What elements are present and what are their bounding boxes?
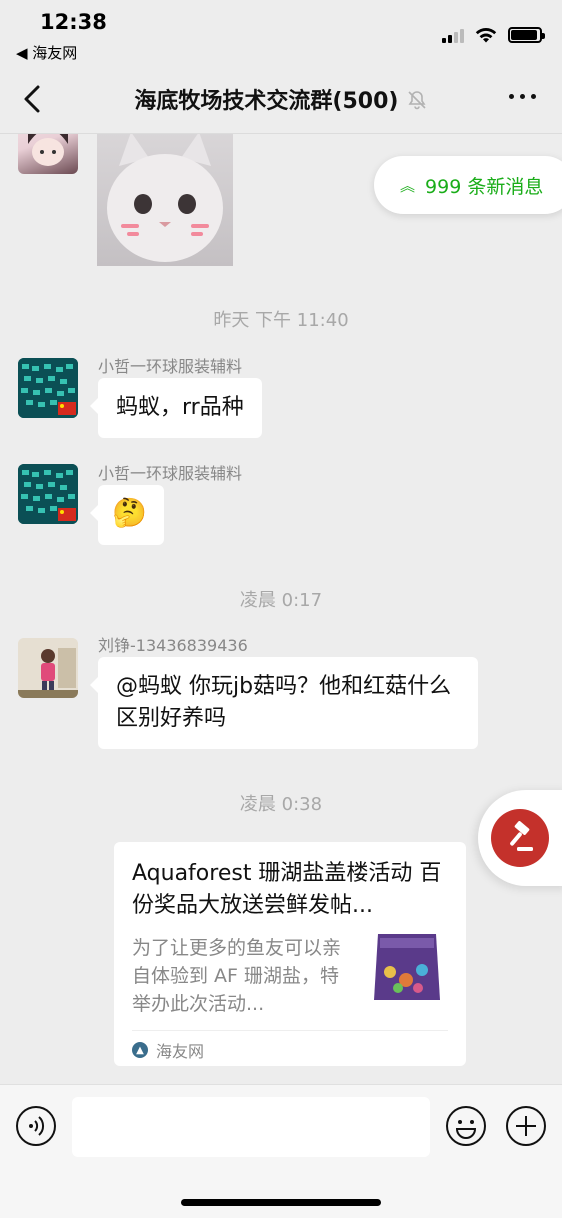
- link-card-description: 为了让更多的鱼友可以亲自体验到 AF 珊湖盐，特举办此次活动...: [132, 937, 342, 1015]
- avatar[interactable]: [18, 134, 78, 174]
- link-card-title: Aquaforest 珊湖盐盖楼活动 百份奖品大放送尝鲜发帖...: [132, 861, 442, 918]
- emoji-bubble[interactable]: 🤔: [90, 485, 164, 545]
- status-bar: 12:38 ◀ 海友网: [0, 0, 562, 64]
- wifi-icon: [475, 27, 497, 43]
- timestamp: 昨天 下午 11:40: [213, 310, 349, 331]
- new-messages-button[interactable]: ︽ 999 条新消息: [374, 156, 562, 214]
- chat-title: 海底牧场技术交流群(500): [134, 89, 399, 114]
- product-thumbnail: [368, 926, 446, 1004]
- message-input[interactable]: [72, 1097, 430, 1157]
- message-bubble[interactable]: @蚂蚁 你玩jb菇吗？他和红菇什么区别好养吗: [90, 657, 478, 749]
- sender-name: 小哲一环球服装辅料: [98, 464, 243, 483]
- chat-area[interactable]: ︽ 999 条新消息 昨天 下午 11:40 小哲一环球服装辅料 蚂蚁，rr品种: [0, 134, 562, 1084]
- plus-icon[interactable]: [505, 1105, 547, 1147]
- emoji-icon[interactable]: [445, 1105, 487, 1147]
- avatar[interactable]: [18, 638, 78, 698]
- status-icons: [442, 26, 545, 44]
- avatar[interactable]: [18, 464, 78, 524]
- link-card[interactable]: Aquaforest 珊湖盐盖楼活动 百份奖品大放送尝鲜发帖... 为了让更多的…: [114, 842, 466, 1066]
- signal-icon: [442, 27, 464, 43]
- back-to-app-link[interactable]: ◀ 海友网: [16, 42, 77, 63]
- status-time: 12:38: [40, 10, 107, 34]
- double-chevron-up-icon: ︽: [400, 176, 416, 195]
- nav-bar: 海底牧场技术交流群(500): [0, 64, 562, 134]
- source-logo-icon: ▲: [132, 1042, 148, 1058]
- more-button[interactable]: [509, 94, 536, 99]
- timestamp: 凌晨 0:17: [239, 590, 323, 611]
- input-bar: [0, 1084, 562, 1218]
- floating-action-button[interactable]: [478, 790, 562, 886]
- link-card-source: ▲ 海友网: [132, 1038, 204, 1062]
- sender-name: 刘铮-13436839436: [98, 636, 248, 655]
- gavel-icon: [491, 809, 549, 867]
- battery-icon: [508, 27, 545, 43]
- timestamp: 凌晨 0:38: [239, 794, 323, 815]
- avatar[interactable]: [18, 358, 78, 418]
- home-indicator: [181, 1199, 381, 1206]
- nav-title-wrap: 海底牧场技术交流群(500): [0, 83, 562, 115]
- voice-input-icon[interactable]: [15, 1105, 57, 1147]
- new-messages-label: 999 条新消息: [425, 175, 544, 198]
- link-card-divider: [132, 1030, 448, 1031]
- message-bubble[interactable]: 蚂蚁，rr品种: [90, 378, 262, 438]
- cat-sticker-image[interactable]: [97, 134, 233, 266]
- bell-off-icon: [407, 91, 426, 110]
- sender-name: 小哲一环球服装辅料: [98, 357, 243, 376]
- link-card-source-name: 海友网: [156, 1042, 205, 1061]
